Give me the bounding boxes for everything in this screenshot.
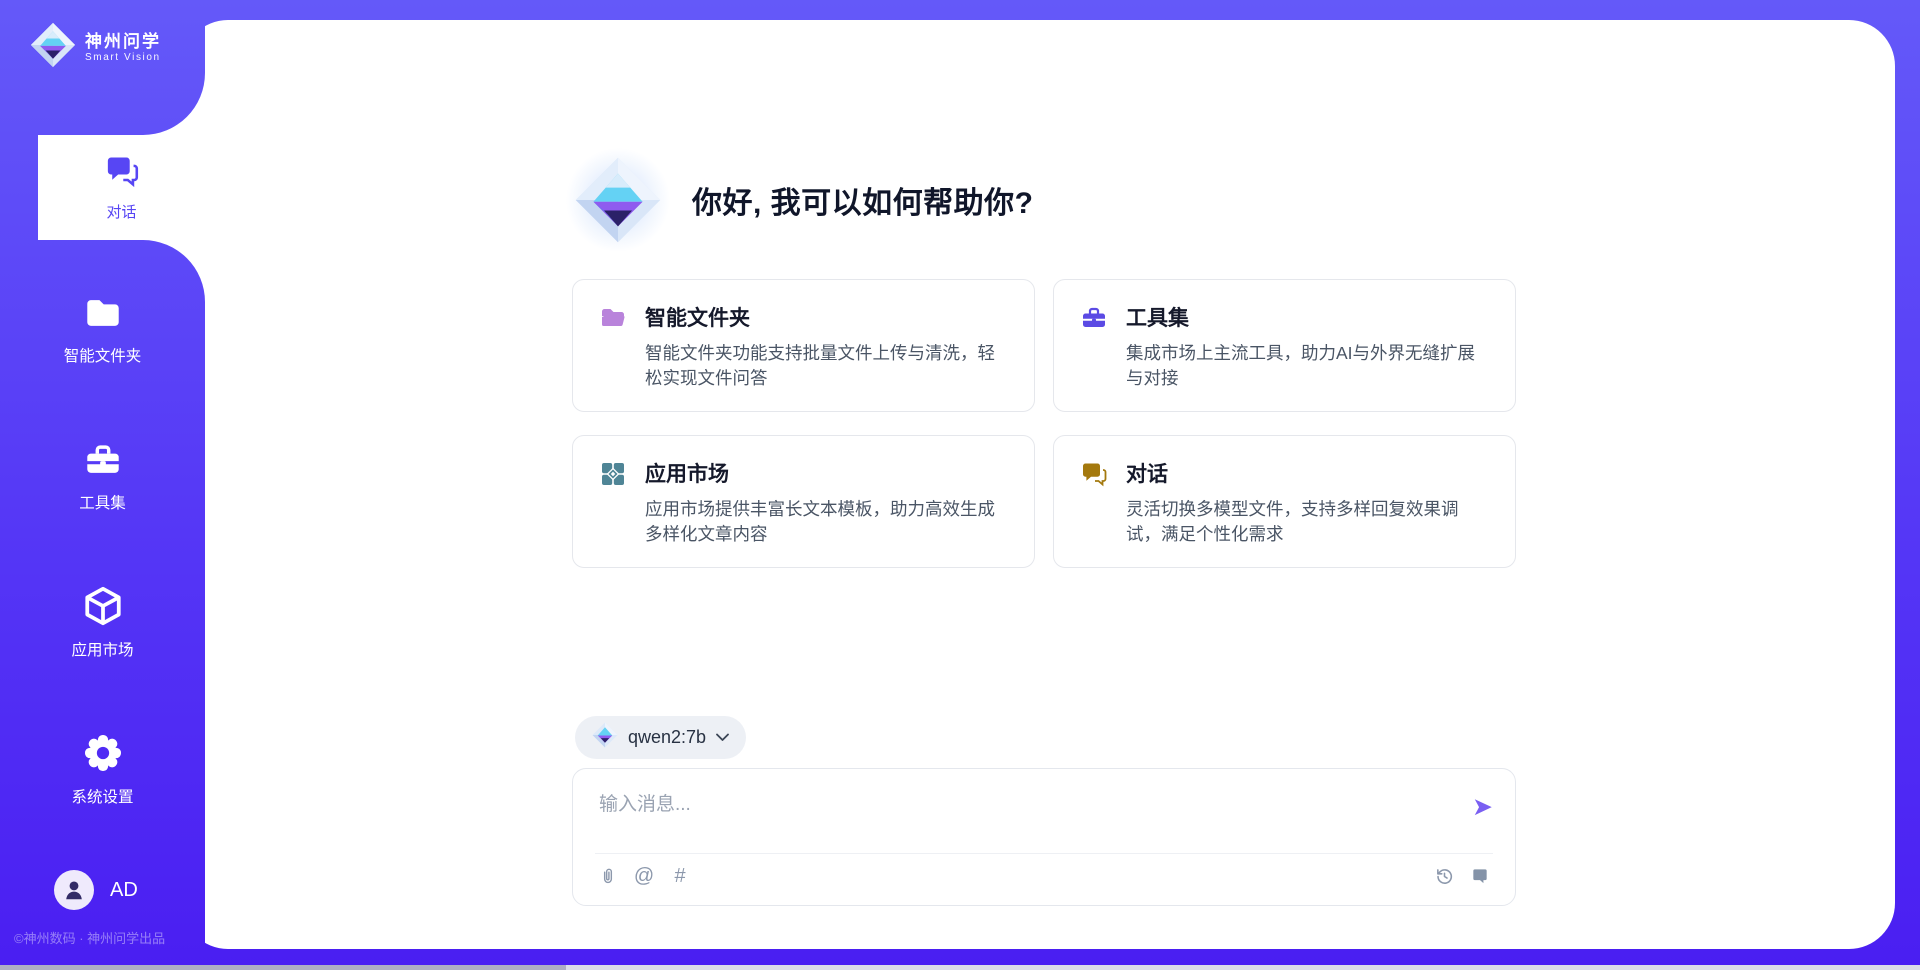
card-smart-folder[interactable]: 智能文件夹 智能文件夹功能支持批量文件上传与清洗，轻松实现文件问答 bbox=[572, 279, 1035, 412]
horizontal-scrollbar-thumb[interactable] bbox=[0, 965, 566, 970]
chat-bubble-icon[interactable] bbox=[1469, 865, 1491, 887]
folder-icon bbox=[82, 320, 124, 337]
card-description: 应用市场提供丰富长文本模板，助力高效生成多样化文章内容 bbox=[645, 497, 1008, 547]
sidebar-item-smart-folder[interactable]: 智能文件夹 bbox=[0, 293, 205, 366]
card-title: 工具集 bbox=[1126, 302, 1489, 332]
cube-icon bbox=[81, 614, 125, 631]
card-toolset[interactable]: 工具集 集成市场上主流工具，助力AI与外界无缝扩展与对接 bbox=[1053, 279, 1516, 412]
chat-icon bbox=[1080, 458, 1108, 547]
composer-divider bbox=[595, 853, 1493, 854]
card-title: 应用市场 bbox=[645, 458, 1008, 488]
sidebar-item-app-market[interactable]: 应用市场 bbox=[0, 585, 205, 660]
mention-icon[interactable]: @ bbox=[633, 865, 655, 887]
folder-open-icon bbox=[599, 302, 627, 391]
card-description: 集成市场上主流工具，助力AI与外界无缝扩展与对接 bbox=[1126, 341, 1489, 391]
sidebar-item-label: 应用市场 bbox=[0, 638, 205, 660]
send-icon[interactable]: ➤ bbox=[1472, 795, 1493, 820]
model-diamond-icon bbox=[592, 722, 618, 753]
chat-bubbles-icon bbox=[104, 153, 140, 194]
gear-icon bbox=[81, 761, 125, 778]
briefcase-icon bbox=[82, 467, 124, 484]
avatar bbox=[54, 870, 94, 910]
sidebar-item-label: 对话 bbox=[106, 201, 136, 222]
card-title: 对话 bbox=[1126, 458, 1489, 488]
card-app-market[interactable]: 应用市场 应用市场提供丰富长文本模板，助力高效生成多样化文章内容 bbox=[572, 435, 1035, 568]
composer-toolbar: @ # bbox=[597, 865, 1491, 887]
user-initials: AD bbox=[110, 879, 138, 902]
model-selector[interactable]: qwen2:7b bbox=[575, 716, 746, 759]
card-description: 灵活切换多模型文件，支持多样回复效果调试，满足个性化需求 bbox=[1126, 497, 1489, 547]
message-input[interactable] bbox=[599, 789, 1459, 847]
sidebar-item-toolset[interactable]: 工具集 bbox=[0, 440, 205, 513]
sidebar-item-label: 智能文件夹 bbox=[0, 344, 205, 366]
brand-diamond-icon bbox=[30, 22, 76, 73]
briefcase-icon bbox=[1080, 302, 1108, 391]
assistant-diamond-icon bbox=[566, 148, 670, 252]
brand-subtitle: Smart Vision bbox=[85, 52, 161, 64]
horizontal-scrollbar-track bbox=[0, 965, 1920, 970]
brand-logo: 神州问学 Smart Vision bbox=[30, 22, 161, 73]
apps-grid-icon bbox=[599, 458, 627, 547]
model-name: qwen2:7b bbox=[628, 727, 706, 748]
sidebar-item-chat-active[interactable]: 对话 bbox=[38, 135, 205, 240]
feature-cards: 智能文件夹 智能文件夹功能支持批量文件上传与清洗，轻松实现文件问答 工具集 集成… bbox=[572, 279, 1516, 568]
user-profile[interactable]: AD bbox=[54, 870, 138, 910]
hashtag-icon[interactable]: # bbox=[669, 865, 691, 887]
card-chat[interactable]: 对话 灵活切换多模型文件，支持多样回复效果调试，满足个性化需求 bbox=[1053, 435, 1516, 568]
card-title: 智能文件夹 bbox=[645, 302, 1008, 332]
card-description: 智能文件夹功能支持批量文件上传与清洗，轻松实现文件问答 bbox=[645, 341, 1008, 391]
chevron-down-icon bbox=[716, 729, 729, 747]
sidebar-item-label: 系统设置 bbox=[0, 785, 205, 807]
greeting-block: 你好, 我可以如何帮助你? bbox=[566, 148, 1034, 252]
sidebar-footer: ©神州数码 · 神州问学出品 bbox=[14, 928, 165, 947]
attachment-icon[interactable] bbox=[597, 865, 619, 887]
history-icon[interactable] bbox=[1433, 865, 1455, 887]
message-composer: ➤ @ # bbox=[572, 768, 1516, 906]
sidebar-item-settings[interactable]: 系统设置 bbox=[0, 732, 205, 807]
sidebar-item-label: 工具集 bbox=[0, 491, 205, 513]
greeting-title: 你好, 我可以如何帮助你? bbox=[692, 178, 1034, 222]
brand-name: 神州问学 bbox=[85, 32, 161, 52]
